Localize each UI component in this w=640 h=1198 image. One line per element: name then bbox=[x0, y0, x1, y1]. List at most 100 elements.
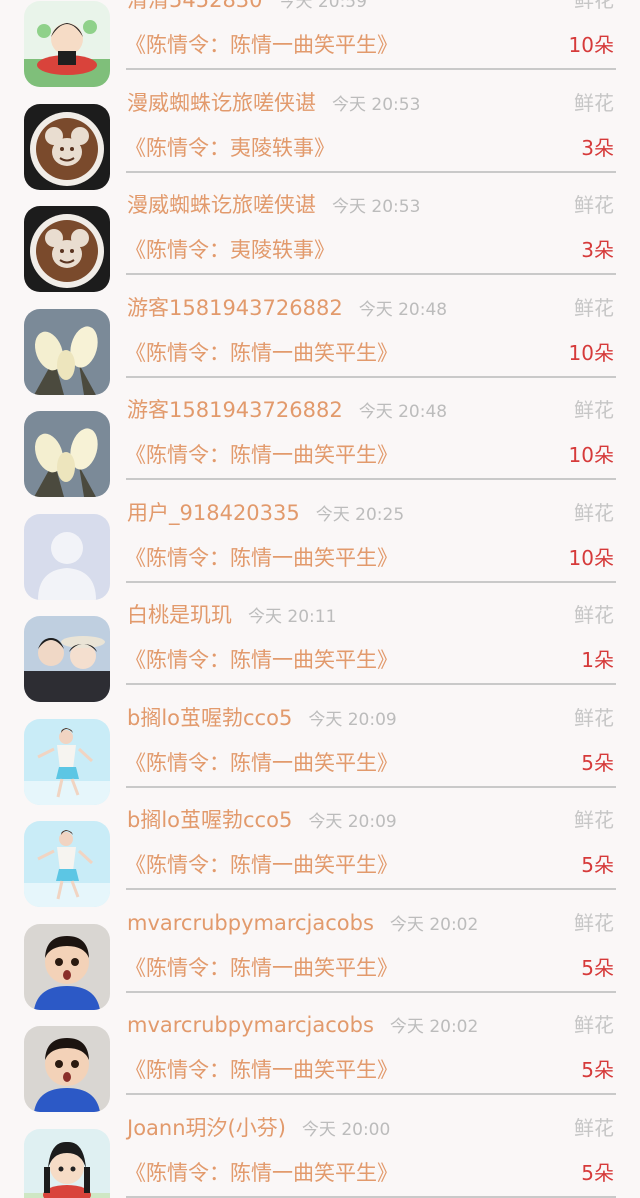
gift-quantity: 5朵 bbox=[581, 1058, 614, 1082]
row-divider bbox=[126, 1195, 616, 1198]
avatar[interactable] bbox=[24, 1, 110, 87]
sender-name: 漫威蜘蛛讫旅嗟侠谌 bbox=[127, 90, 316, 115]
sender-name: 漫威蜘蛛讫旅嗟侠谌 bbox=[127, 193, 316, 217]
avatar-magnolia-icon bbox=[24, 411, 110, 497]
gift-type: 鲜花 bbox=[574, 808, 614, 832]
avatar[interactable] bbox=[24, 206, 110, 292]
avatar[interactable] bbox=[24, 411, 110, 497]
avatar-child-icon bbox=[24, 1026, 110, 1112]
gift-record-row[interactable]: 用户_918420335 今天 20:25 鲜花 《陈情令：陈情一曲笑平生》 10… bbox=[0, 495, 640, 600]
work-title[interactable]: 《陈情令：陈情一曲笑平生》 bbox=[125, 540, 398, 576]
sender-name: 白桃是玑玑 bbox=[127, 603, 232, 627]
gift-record-row[interactable]: Joann玥汐(小芬) 今天 20:00 鲜花 《陈情令：陈情一曲笑平生》 5朵 bbox=[0, 1110, 640, 1198]
gift-time: 今天 20:02 bbox=[389, 914, 479, 935]
work-title[interactable]: 《陈情令：陈情一曲笑平生》 bbox=[125, 847, 398, 883]
gift-time: 今天 20:53 bbox=[332, 94, 421, 115]
gift-time: 今天 20:09 bbox=[308, 709, 397, 730]
gift-record-row[interactable]: 白桃是玑玑 今天 20:11 鲜花 《陈情令：陈情一曲笑平生》 1朵 bbox=[0, 597, 640, 702]
gift-type: 鲜花 bbox=[574, 910, 614, 935]
avatar[interactable] bbox=[24, 1128, 110, 1198]
gift-type: 鲜花 bbox=[574, 500, 614, 525]
gift-quantity: 10朵 bbox=[568, 443, 614, 467]
avatar[interactable] bbox=[24, 616, 110, 702]
sender-name-line: 清清5452830 今天 20:59 bbox=[127, 0, 367, 18]
avatar[interactable] bbox=[24, 513, 110, 600]
work-title[interactable]: 《陈情令：陈情一曲笑平生》 bbox=[125, 1155, 398, 1191]
avatar[interactable] bbox=[24, 923, 110, 1010]
sender-name: Joann玥汐(小芬) bbox=[127, 1115, 286, 1140]
gift-record-row[interactable]: 清清5452830 今天 20:59 鲜花 《陈情令：陈情一曲笑平生》 10朵 bbox=[0, 0, 640, 87]
sender-name: b搁lo茧喔勃cco5 bbox=[127, 705, 293, 730]
gift-record-row[interactable]: 漫威蜘蛛讫旅嗟侠谌 今天 20:53 鲜花 《陈情令：夷陵轶事》 3朵 bbox=[0, 187, 640, 292]
gift-time: 今天 20:11 bbox=[248, 607, 337, 627]
gift-record-row[interactable]: 漫威蜘蛛讫旅嗟侠谌 今天 20:53 鲜花 《陈情令：夷陵轶事》 3朵 bbox=[0, 85, 640, 190]
sender-name-line: mvarcrubpymarcjacobs 今天 20:02 bbox=[127, 1007, 478, 1043]
gift-record-row[interactable]: b搁lo茧喔勃cco5 今天 20:09 鲜花 《陈情令：陈情一曲笑平生》 5朵 bbox=[0, 700, 640, 805]
avatar-latte-art-icon bbox=[24, 103, 110, 190]
gift-type: 鲜花 bbox=[574, 90, 614, 115]
gift-quantity: 10朵 bbox=[568, 545, 614, 570]
gift-quantity: 10朵 bbox=[568, 33, 614, 57]
sender-name-line: 游客1581943726882 今天 20:48 bbox=[127, 290, 447, 326]
row-divider bbox=[126, 170, 616, 173]
avatar[interactable] bbox=[24, 308, 110, 395]
row-divider bbox=[126, 888, 616, 890]
sender-name-line: 游客1581943726882 今天 20:48 bbox=[127, 392, 447, 428]
sender-name: mvarcrubpymarcjacobs bbox=[127, 910, 374, 935]
sender-name: 游客1581943726882 bbox=[127, 398, 343, 422]
row-divider bbox=[126, 580, 616, 583]
work-title[interactable]: 《陈情令：夷陵轶事》 bbox=[125, 232, 335, 268]
gift-quantity: 5朵 bbox=[581, 750, 614, 775]
row-divider bbox=[126, 68, 616, 70]
gift-record-row[interactable]: 游客1581943726882 今天 20:48 鲜花 《陈情令：陈情一曲笑平生》… bbox=[0, 392, 640, 497]
gift-time: 今天 20:09 bbox=[308, 812, 397, 832]
work-title[interactable]: 《陈情令：夷陵轶事》 bbox=[125, 130, 335, 166]
sender-name-line: 漫威蜘蛛讫旅嗟侠谌 今天 20:53 bbox=[127, 187, 420, 223]
avatar[interactable] bbox=[24, 1026, 110, 1112]
row-divider bbox=[126, 478, 616, 480]
gift-record-row[interactable]: 游客1581943726882 今天 20:48 鲜花 《陈情令：陈情一曲笑平生》… bbox=[0, 290, 640, 395]
work-title[interactable]: 《陈情令：陈情一曲笑平生》 bbox=[125, 642, 398, 678]
avatar[interactable] bbox=[24, 718, 110, 805]
gift-time: 今天 20:02 bbox=[389, 1017, 479, 1037]
sender-name-line: mvarcrubpymarcjacobs 今天 20:02 bbox=[127, 905, 478, 941]
avatar-two-people-icon bbox=[24, 616, 110, 702]
row-divider bbox=[126, 273, 616, 275]
avatar-chibi-icon bbox=[24, 1128, 110, 1198]
sender-name-line: Joann玥汐(小芬) 今天 20:00 bbox=[127, 1110, 390, 1146]
sender-name-line: b搁lo茧喔勃cco5 今天 20:09 bbox=[127, 700, 397, 736]
gift-type: 鲜花 bbox=[574, 0, 614, 12]
avatar[interactable] bbox=[24, 821, 110, 907]
work-title[interactable]: 《陈情令：陈情一曲笑平生》 bbox=[125, 27, 398, 63]
row-divider bbox=[126, 375, 616, 378]
work-title[interactable]: 《陈情令：陈情一曲笑平生》 bbox=[125, 1052, 398, 1088]
default-avatar-icon bbox=[24, 513, 110, 600]
work-title[interactable]: 《陈情令：陈情一曲笑平生》 bbox=[125, 745, 398, 781]
work-title[interactable]: 《陈情令：陈情一曲笑平生》 bbox=[125, 950, 398, 986]
gift-type: 鲜花 bbox=[574, 193, 614, 217]
gift-record-row[interactable]: b搁lo茧喔勃cco5 今天 20:09 鲜花 《陈情令：陈情一曲笑平生》 5朵 bbox=[0, 802, 640, 907]
gift-type: 鲜花 bbox=[574, 603, 614, 627]
gift-record-row[interactable]: mvarcrubpymarcjacobs 今天 20:02 鲜花 《陈情令：陈情一… bbox=[0, 905, 640, 1010]
sender-name: b搁lo茧喔勃cco5 bbox=[127, 808, 293, 832]
work-title[interactable]: 《陈情令：陈情一曲笑平生》 bbox=[125, 335, 398, 371]
gift-type: 鲜花 bbox=[574, 705, 614, 730]
sender-name-line: 用户_918420335 今天 20:25 bbox=[127, 495, 404, 531]
row-divider bbox=[126, 990, 616, 993]
gift-type: 鲜花 bbox=[574, 1115, 614, 1140]
avatar-magnolia-icon bbox=[24, 308, 110, 395]
row-divider bbox=[126, 683, 616, 685]
gift-time: 今天 20:48 bbox=[358, 299, 448, 320]
gift-quantity: 3朵 bbox=[581, 238, 614, 262]
gift-type: 鲜花 bbox=[574, 1013, 614, 1037]
gift-record-list: 清清5452830 今天 20:59 鲜花 《陈情令：陈情一曲笑平生》 10朵 漫… bbox=[0, 0, 640, 1198]
work-title[interactable]: 《陈情令：陈情一曲笑平生》 bbox=[125, 437, 398, 473]
row-divider bbox=[126, 1093, 616, 1095]
avatar[interactable] bbox=[24, 103, 110, 190]
gift-type: 鲜花 bbox=[574, 398, 614, 422]
sender-name: 游客1581943726882 bbox=[127, 295, 343, 320]
gift-record-row[interactable]: mvarcrubpymarcjacobs 今天 20:02 鲜花 《陈情令：陈情一… bbox=[0, 1007, 640, 1112]
gift-quantity: 3朵 bbox=[581, 135, 614, 160]
sender-name: mvarcrubpymarcjacobs bbox=[127, 1013, 374, 1037]
gift-time: 今天 20:59 bbox=[278, 0, 367, 12]
